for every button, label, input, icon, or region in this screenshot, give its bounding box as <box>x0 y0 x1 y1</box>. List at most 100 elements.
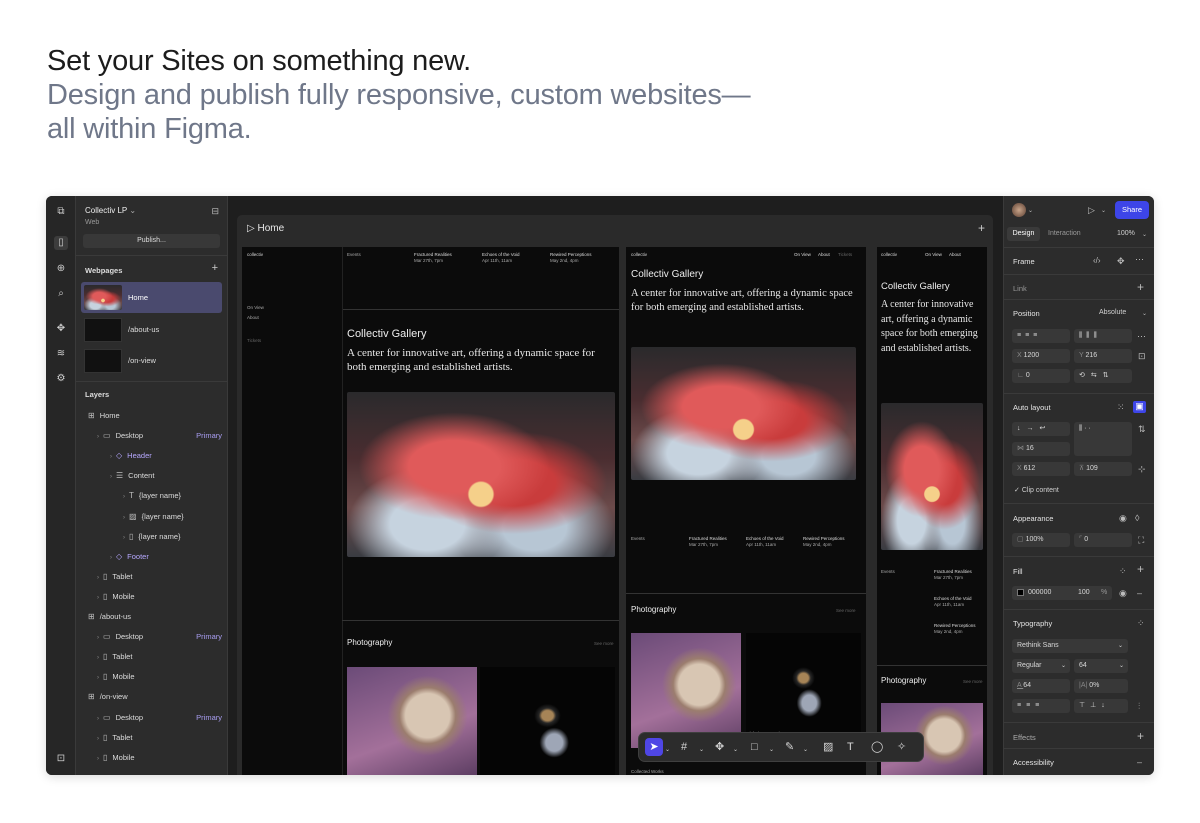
auto-layout-toggle-icon[interactable]: ▣ <box>1133 401 1146 413</box>
play-icon[interactable]: ▷ <box>247 223 255 234</box>
chevron-down-icon[interactable]: ⌄ <box>1028 206 1033 216</box>
add-icon[interactable]: ⊕ <box>54 262 68 276</box>
layer-row[interactable]: ⊞ /about-us <box>76 607 228 627</box>
chevron-down-icon[interactable]: ⌄ <box>699 744 704 757</box>
chevron-right-icon[interactable]: › <box>123 494 125 500</box>
chevron-right-icon[interactable]: › <box>97 655 99 661</box>
font-weight-select[interactable]: Regular ⌄ <box>1012 659 1070 673</box>
pages-icon[interactable]: ▯ <box>54 236 68 250</box>
layer-row[interactable]: › ▯ Tablet <box>76 567 228 587</box>
blend-icon[interactable]: ◊ <box>1135 513 1139 523</box>
page-item-home[interactable]: Home <box>81 282 222 313</box>
more-icon[interactable]: ⋯ <box>1135 254 1144 264</box>
opacity-input[interactable]: ▢ 100% <box>1012 533 1070 547</box>
corners-icon[interactable]: ⛶ <box>1138 535 1144 545</box>
nav-on-view[interactable]: On View <box>247 305 264 310</box>
height-input[interactable]: ⊼ 109 <box>1074 462 1132 476</box>
eye-icon[interactable]: ◉ <box>1119 513 1127 523</box>
see-more-link[interactable]: See more <box>963 679 983 684</box>
ai-tool-icon[interactable]: ✧ <box>897 741 906 754</box>
nav-on-view[interactable]: On View <box>925 252 942 257</box>
settings-icon[interactable]: ⚙ <box>54 372 68 386</box>
component-icon[interactable]: ✥ <box>1117 256 1125 266</box>
comment-tool-icon[interactable]: ◯ <box>871 741 883 754</box>
chevron-down-icon[interactable]: ⌄ <box>803 744 808 757</box>
chevron-right-icon[interactable]: › <box>110 555 112 561</box>
rotation-input[interactable]: ∟ 0 <box>1012 369 1070 383</box>
figma-logo-icon[interactable]: ⧉ <box>54 205 68 219</box>
clip-content-checkbox[interactable]: ✓ Clip content <box>1014 486 1059 494</box>
add-effect-icon[interactable]: + <box>1137 730 1144 742</box>
share-button[interactable]: Share <box>1115 201 1149 219</box>
layer-row[interactable]: › ◇ Footer <box>76 547 228 567</box>
layer-row[interactable]: › ▯ Mobile <box>76 667 228 687</box>
chevron-right-icon[interactable]: › <box>123 515 125 521</box>
chevron-right-icon[interactable]: › <box>123 535 125 541</box>
desktop-preview[interactable]: collectiv Events Fractured Realities Mar… <box>242 247 619 775</box>
database-icon[interactable]: ≋ <box>54 347 68 361</box>
collapse-icon[interactable]: – <box>1137 757 1142 767</box>
text-tool-icon[interactable]: T <box>847 741 854 754</box>
canvas[interactable]: ▷ Home + collectiv Events Fractured Real… <box>228 196 1003 775</box>
chevron-down-icon[interactable]: ⌄ <box>733 744 738 757</box>
bottom-panel-icon[interactable]: ⊡ <box>54 752 68 766</box>
avatar[interactable] <box>1012 203 1026 217</box>
y-input[interactable]: Y 216 <box>1074 349 1132 363</box>
alignment-grid[interactable]: ⫼ · · <box>1074 422 1132 456</box>
nav-about[interactable]: About <box>949 252 961 257</box>
add-page-icon[interactable]: + <box>212 262 218 274</box>
chevron-down-icon[interactable]: ⌄ <box>1142 230 1147 240</box>
nav-about[interactable]: About <box>818 252 830 257</box>
frame-label[interactable]: Frame <box>1013 257 1035 266</box>
add-breakpoint-icon[interactable]: + <box>978 221 985 235</box>
align-vertical-group[interactable]: ⫼⫼⫼ <box>1074 329 1132 343</box>
chevron-right-icon[interactable]: › <box>97 595 99 601</box>
padding-settings-icon[interactable]: ⇅ <box>1138 424 1146 434</box>
layer-row[interactable]: › ▭ Desktop Primary <box>76 627 228 647</box>
layer-row[interactable]: › ▯ Tablet <box>76 647 228 667</box>
grid-icon[interactable]: ⁙ <box>1117 402 1125 412</box>
layer-row[interactable]: › ▭ Desktop Primary <box>76 426 228 446</box>
remove-fill-icon[interactable]: – <box>1137 588 1142 598</box>
layer-row[interactable]: › ◇ Header <box>76 446 228 466</box>
chevron-right-icon[interactable]: › <box>110 474 112 480</box>
tab-interaction[interactable]: Interaction <box>1048 230 1081 237</box>
chevron-right-icon[interactable]: › <box>97 716 99 722</box>
chevron-right-icon[interactable]: › <box>97 575 99 581</box>
chevron-down-icon[interactable]: ⌄ <box>665 744 670 757</box>
vertical-align-group[interactable]: ⊤⊥↓ <box>1074 699 1128 713</box>
project-name[interactable]: Collectiv LP ⌄ <box>85 206 136 215</box>
chevron-right-icon[interactable]: › <box>110 454 112 460</box>
chevron-down-icon[interactable]: ⌄ <box>769 744 774 757</box>
align-horizontal-group[interactable]: ≡≡≡ <box>1012 329 1070 343</box>
tab-design[interactable]: Design <box>1007 227 1040 241</box>
layer-row[interactable]: › T {layer name} <box>76 486 228 506</box>
search-icon[interactable]: ⌕ <box>54 287 68 301</box>
more-icon[interactable]: ⋯ <box>1137 331 1146 341</box>
see-more-link[interactable]: See more <box>594 641 614 646</box>
mobile-preview[interactable]: collectiv On View About Collectiv Galler… <box>877 247 987 775</box>
flip-group[interactable]: ⟲⇆⇅ <box>1074 369 1132 383</box>
nav-on-view[interactable]: On View <box>794 252 811 257</box>
text-align-group[interactable]: ≡≡≡ <box>1012 699 1070 713</box>
letter-spacing-input[interactable]: |A| 0% <box>1074 679 1128 693</box>
gap-input[interactable]: ⋈ 16 <box>1012 442 1070 456</box>
code-icon[interactable]: ‹/› <box>1093 256 1101 266</box>
eye-icon[interactable]: ◉ <box>1119 588 1127 598</box>
pen-tool-icon[interactable]: ✎ <box>785 741 794 754</box>
font-family-select[interactable]: Rethink Sans ⌄ <box>1012 639 1128 653</box>
chevron-right-icon[interactable]: › <box>97 675 99 681</box>
chevron-right-icon[interactable]: › <box>97 756 99 762</box>
styles-icon[interactable]: ⁘ <box>1137 618 1145 628</box>
chevron-right-icon[interactable]: › <box>97 635 99 641</box>
components-icon[interactable]: ✥ <box>54 322 68 336</box>
image-tool-icon[interactable]: ▨ <box>823 741 833 754</box>
type-settings-icon[interactable]: ⫶ <box>1138 701 1140 711</box>
publish-button[interactable]: Publish... <box>83 234 220 248</box>
rectangle-tool-icon[interactable]: □ <box>751 741 758 754</box>
line-height-input[interactable]: A 64 <box>1012 679 1070 693</box>
nav-tickets[interactable]: Tickets <box>247 338 261 343</box>
font-size-select[interactable]: 64 ⌄ <box>1074 659 1128 673</box>
sidebar-toggle-icon[interactable]: ⊟ <box>211 206 219 217</box>
add-link-icon[interactable]: + <box>1137 281 1144 293</box>
